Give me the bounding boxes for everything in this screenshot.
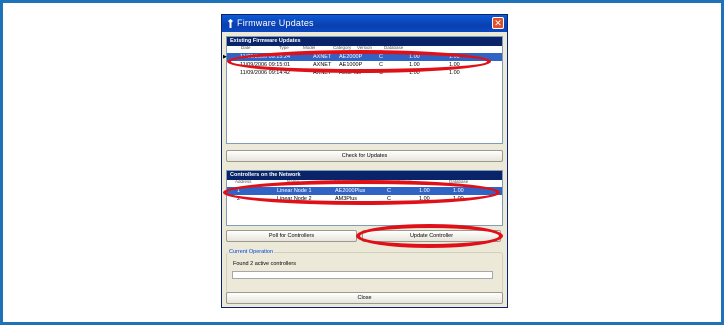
current-operation-legend: Current Operation xyxy=(228,249,275,255)
poll-controllers-button[interactable]: Poll for Controllers xyxy=(226,230,357,242)
window-title: Firmware Updates xyxy=(237,18,314,28)
col-category[interactable]: Category xyxy=(333,45,351,50)
table-row[interactable]: ▶ 11/09/2006 09:15:24 AXNET AE2000P C 1.… xyxy=(223,53,502,61)
update-controller-button[interactable]: Update Controller xyxy=(362,230,501,242)
existing-updates-panel: Existing Firmware Updates Date Type Mode… xyxy=(223,36,503,144)
col-date[interactable]: Date xyxy=(241,45,251,50)
operation-progress-bar xyxy=(232,271,493,279)
col-version[interactable]: Version xyxy=(357,45,372,50)
table-row[interactable]: 11/09/2006 09:15:01 AXNET AE1000P C 1.00… xyxy=(227,61,502,69)
check-updates-button[interactable]: Check for Updates xyxy=(226,150,503,162)
wrench-icon xyxy=(228,19,233,28)
existing-column-headers: Date Type Model Category Version Databas… xyxy=(227,45,502,52)
table-row[interactable]: 11/09/2006 09:14:42 AXNET AM3Plus C 1.00… xyxy=(227,69,502,77)
col-version[interactable]: Version xyxy=(397,179,412,184)
col-database[interactable]: Database xyxy=(384,45,403,50)
operation-status: Found 2 active controllers xyxy=(233,261,296,267)
title-bar[interactable]: Firmware Updates ✕ xyxy=(222,15,507,32)
controllers-panel: Controllers on the Network Address Name … xyxy=(226,170,503,226)
col-model[interactable]: Model xyxy=(335,179,347,184)
col-type[interactable]: Type xyxy=(279,45,289,50)
close-icon[interactable]: ✕ xyxy=(492,17,504,29)
col-model[interactable]: Model xyxy=(303,45,315,50)
table-row[interactable]: 1 Linear Node 1 AE2000Plus C 1.00 1.00 xyxy=(227,187,502,195)
col-address[interactable]: Address xyxy=(235,179,252,184)
table-row[interactable]: 2 Linear Node 2 AM3Plus C 1.00 1.00 xyxy=(227,195,502,203)
col-database[interactable]: Database xyxy=(449,179,468,184)
controllers-column-headers: Address Name Model Category Version Data… xyxy=(227,179,502,186)
row-pointer-icon: ▶ xyxy=(223,54,227,60)
col-name[interactable]: Name xyxy=(287,179,299,184)
close-button[interactable]: Close xyxy=(226,292,503,304)
col-category[interactable]: Category xyxy=(367,179,385,184)
firmware-dialog: Firmware Updates ✕ Existing Firmware Upd… xyxy=(221,14,508,308)
